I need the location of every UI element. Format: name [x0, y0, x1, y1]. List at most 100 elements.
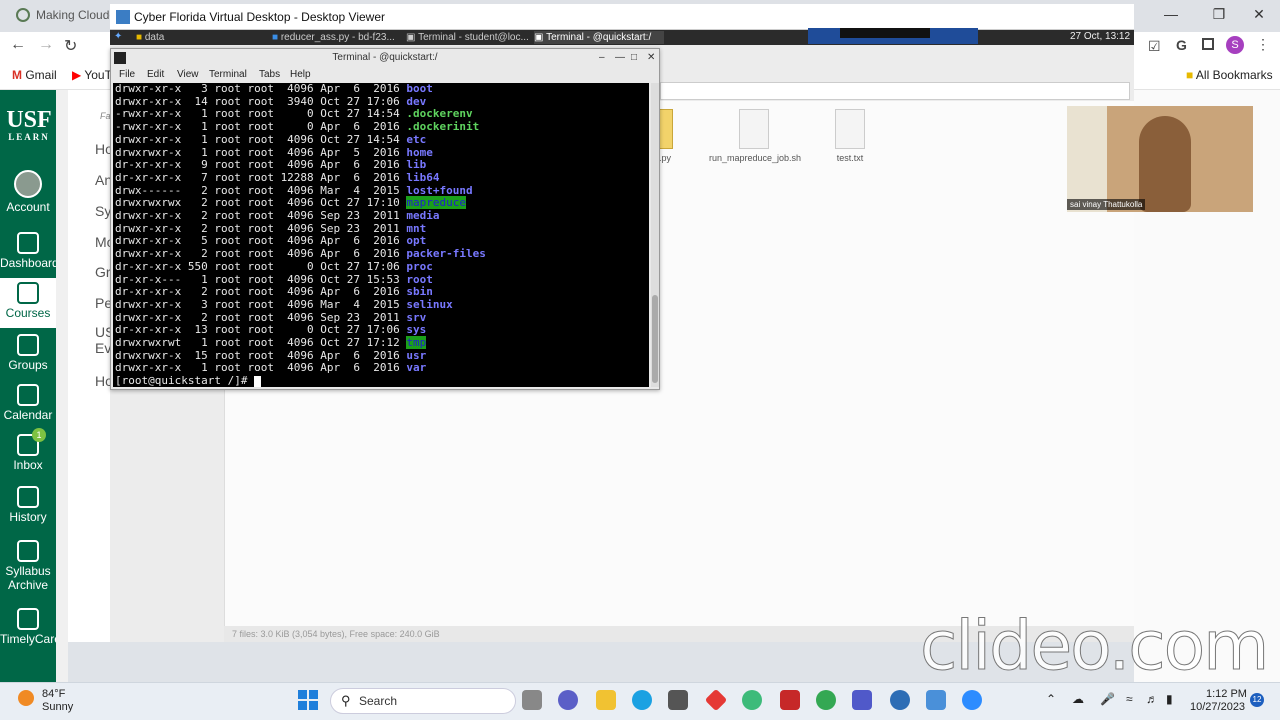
- ls-meta: -rwxr-xr-x 1 root root 0 Apr 6 2016: [115, 120, 407, 134]
- page-scrollbar[interactable]: [56, 90, 68, 682]
- store-icon[interactable]: [668, 690, 688, 710]
- forward-icon[interactable]: →: [38, 36, 54, 54]
- restore-icon[interactable]: ❐: [1198, 0, 1240, 30]
- notification-badge[interactable]: 12: [1250, 693, 1264, 707]
- bookmark-gmail[interactable]: M Gmail: [12, 66, 57, 84]
- terminal-output[interactable]: drwxr-xr-x 3 root root 4096 Apr 6 2016 b…: [113, 83, 649, 387]
- nav-timelycare[interactable]: TimelyCare: [0, 604, 61, 648]
- terminal-titlebar[interactable]: Terminal - @quickstart:/ – — □ ✕: [111, 49, 659, 67]
- extensions-icon[interactable]: ☑: [1148, 38, 1161, 55]
- all-bookmarks[interactable]: ■ All Bookmarks: [1186, 66, 1273, 84]
- gmail-icon: M: [12, 68, 22, 82]
- menu-file[interactable]: File: [119, 69, 135, 80]
- app-green-icon[interactable]: [742, 690, 762, 710]
- clideo-watermark: clideo.com: [920, 607, 1270, 686]
- ls-meta: drwxr-xr-x 1 root root 4096 Apr 6 2016: [115, 361, 407, 375]
- nav-dashboard[interactable]: Dashboard: [0, 228, 59, 272]
- panel-task-terminal-student[interactable]: ▣ Terminal - student@loc...: [406, 31, 528, 44]
- terminal-scroll-thumb[interactable]: [652, 295, 658, 383]
- taskbar-date[interactable]: 10/27/2023: [1190, 701, 1245, 713]
- inbox-badge: 1: [32, 428, 46, 442]
- ls-meta: dr-xr-x--- 1 root root 4096 Oct 27 15:53: [115, 272, 407, 286]
- course-nav-link[interactable]: US Ev: [95, 324, 114, 356]
- tray-chevron-icon[interactable]: ⌃: [1046, 692, 1056, 706]
- ls-meta: dr-xr-xr-x 7 root root 12288 Apr 6 2016: [115, 170, 407, 184]
- panel-task-reducer[interactable]: ■ reducer_ass.py - bd-f23...: [272, 31, 400, 44]
- desktop-viewer-task-icon[interactable]: [926, 690, 946, 710]
- ls-entry-name: tmp: [406, 336, 427, 350]
- file-item[interactable]: test.txt: [805, 109, 895, 163]
- nav-groups[interactable]: Groups: [0, 330, 56, 374]
- course-nav-link[interactable]: Sy: [95, 203, 111, 219]
- ls-entry-name: lib64: [406, 170, 440, 184]
- windows-start-icon[interactable]: [298, 690, 318, 710]
- weather-desc[interactable]: Sunny: [42, 701, 73, 713]
- course-nav-link[interactable]: Gr: [95, 264, 111, 280]
- terminal-maximize-icon[interactable]: □: [631, 49, 637, 67]
- citrix-icon[interactable]: [890, 690, 910, 710]
- zoom-icon[interactable]: [962, 690, 982, 710]
- microphone-icon[interactable]: 🎤: [1100, 692, 1115, 706]
- terminal-restore-icon[interactable]: —: [615, 49, 625, 67]
- wifi-icon[interactable]: ≈: [1126, 692, 1133, 706]
- ls-entry-name: mapreduce: [406, 196, 467, 210]
- terminal-title: Terminal - @quickstart:/: [332, 52, 438, 63]
- ls-meta: drwxrwxrwt 1 root root 4096 Oct 27 17:12: [115, 336, 407, 350]
- battery-icon[interactable]: ▮: [1166, 692, 1173, 706]
- nav-history[interactable]: History: [0, 482, 56, 526]
- edge-icon[interactable]: [632, 690, 652, 710]
- sun-icon[interactable]: [18, 690, 34, 706]
- ls-meta: drwxrwxr-x 15 root root 4096 Apr 6 2016: [115, 348, 407, 362]
- menu-edit[interactable]: Edit: [147, 69, 164, 80]
- nav-calendar[interactable]: Calendar: [0, 380, 56, 424]
- ls-meta: drwxrwxrwx 2 root root 4096 Oct 27 17:10: [115, 196, 407, 210]
- menu-kebab-icon[interactable]: ⋮: [1256, 36, 1270, 53]
- terminal-prompt[interactable]: [root@quickstart /]#: [115, 374, 649, 387]
- nav-syllabus-archive[interactable]: Syllabus Archive: [0, 536, 56, 592]
- menu-help[interactable]: Help: [290, 69, 311, 80]
- profile-avatar[interactable]: S: [1226, 36, 1244, 54]
- folder-icon: ■: [1186, 68, 1194, 82]
- file-item[interactable]: run_mapreduce_job.sh: [709, 109, 801, 163]
- terminal-close-icon[interactable]: ✕: [647, 49, 655, 67]
- sidepanel-icon[interactable]: [1202, 38, 1214, 50]
- taskbar-time[interactable]: 1:12 PM: [1206, 688, 1247, 700]
- terminal-scrollbar[interactable]: [651, 83, 659, 387]
- close-icon[interactable]: ✕: [1238, 0, 1280, 30]
- teams-icon[interactable]: [852, 690, 872, 710]
- weather-temp[interactable]: 84°F: [42, 688, 65, 700]
- terminal-minimize-icon[interactable]: –: [599, 49, 605, 67]
- browser-tab[interactable]: Making Clouderа: [10, 4, 110, 32]
- nav-inbox[interactable]: Inbox 1: [0, 428, 56, 474]
- task-view-icon[interactable]: [522, 690, 542, 710]
- file-explorer-icon[interactable]: [596, 690, 616, 710]
- account-icon: [14, 170, 42, 198]
- nav-account[interactable]: Account: [0, 166, 56, 214]
- weather-tray-icon[interactable]: ☁: [1072, 692, 1084, 706]
- reload-icon[interactable]: ↻: [64, 36, 77, 56]
- terminal-icon: [114, 52, 126, 64]
- file-manager-path[interactable]: [660, 82, 1130, 100]
- ls-meta: drwxr-xr-x 1 root root 4096 Oct 27 14:54: [115, 132, 407, 146]
- panel-task-data[interactable]: ■ data: [136, 31, 256, 44]
- chrome-icon[interactable]: [816, 690, 836, 710]
- menu-view[interactable]: View: [177, 69, 199, 80]
- mcafee-icon[interactable]: [780, 690, 800, 710]
- ls-meta: drwxr-xr-x 3 root root 4096 Mar 4 2015: [115, 297, 407, 311]
- xfce-menu-icon[interactable]: ✦: [114, 31, 122, 42]
- vdi-toolbar-handle[interactable]: [840, 28, 930, 38]
- bookmark-youtube[interactable]: ▶ YouT: [72, 66, 112, 84]
- ls-meta: drwxr-xr-x 5 root root 4096 Apr 6 2016: [115, 234, 407, 248]
- menu-terminal[interactable]: Terminal: [209, 69, 247, 80]
- taskbar-search[interactable]: ⚲ Search: [330, 688, 516, 714]
- google-icon[interactable]: G: [1176, 37, 1187, 53]
- chat-icon[interactable]: [558, 690, 578, 710]
- menu-tabs[interactable]: Tabs: [259, 69, 280, 80]
- ls-meta: dr-xr-xr-x 9 root root 4096 Apr 6 2016: [115, 158, 407, 172]
- minimize-icon[interactable]: —: [1150, 0, 1192, 30]
- back-icon[interactable]: ←: [10, 36, 26, 54]
- usf-logo[interactable]: USF LEARN: [3, 108, 55, 142]
- volume-icon[interactable]: ♬: [1146, 692, 1158, 706]
- nav-courses[interactable]: Courses: [0, 278, 56, 328]
- panel-task-terminal-quickstart[interactable]: ▣ Terminal - @quickstart:/: [534, 31, 664, 44]
